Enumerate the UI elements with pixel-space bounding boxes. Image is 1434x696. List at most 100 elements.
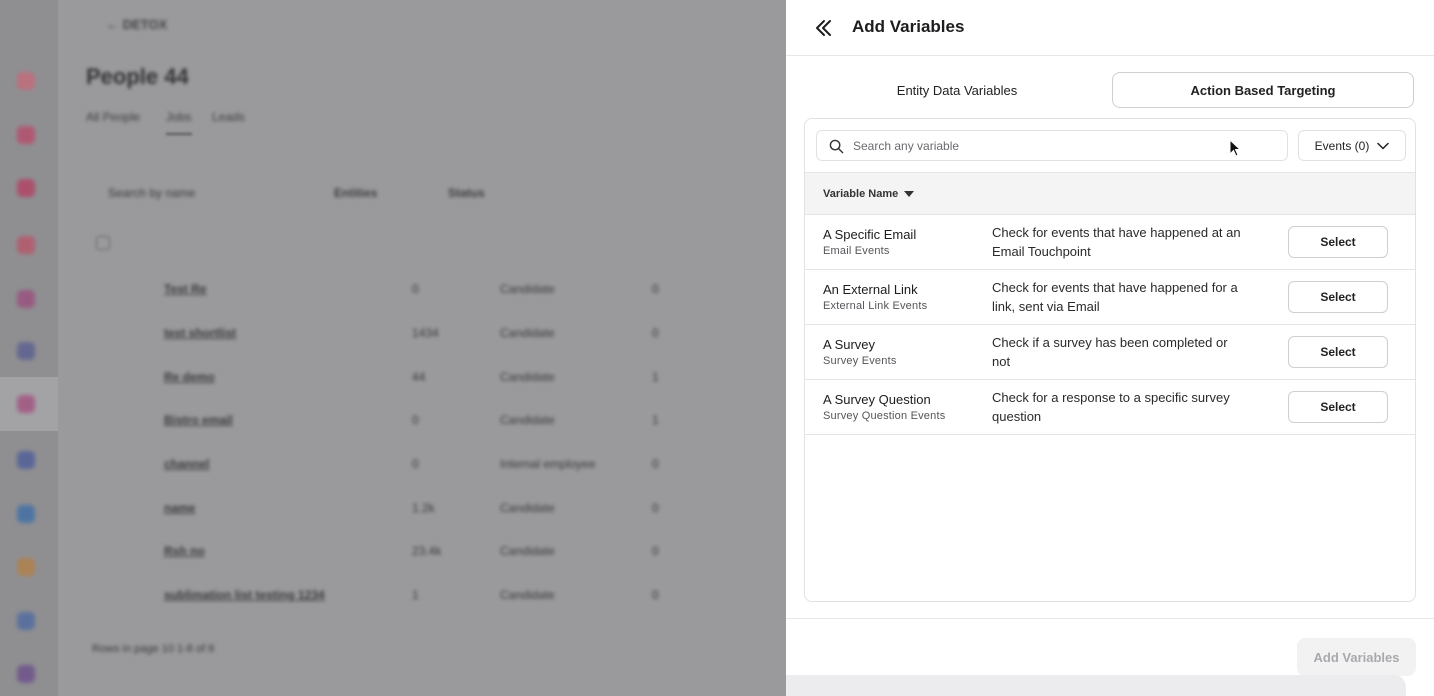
drawer-title: Add Variables <box>852 17 965 36</box>
background-app: ← DETOX People 44 All People Jobs Leads … <box>0 0 786 696</box>
row-status: Candidate <box>500 588 555 602</box>
chart-icon <box>17 126 35 144</box>
back-link: ← DETOX <box>106 17 168 32</box>
events-dropdown-label: Events (0) <box>1314 138 1370 153</box>
select-all-checkbox <box>96 236 110 250</box>
caret-down-icon <box>904 191 915 197</box>
settings-icon <box>17 505 35 523</box>
variable-description: Check if a survey has been completed or … <box>992 335 1228 369</box>
search-icon <box>829 139 844 154</box>
table-row: A Specific Email Email Events Check for … <box>805 215 1415 270</box>
add-variables-drawer: Add Variables Entity Data Variables Acti… <box>786 0 1434 696</box>
table-row: sublimation list testing 1234 1 Candidat… <box>86 588 786 632</box>
mouse-cursor-icon <box>1229 139 1241 157</box>
row-name: Rsh no <box>164 544 205 558</box>
variable-name: A Survey Question <box>823 392 931 407</box>
row-count: 1 <box>412 588 419 602</box>
variable-description: Check for events that have happened for … <box>992 280 1238 314</box>
variable-type: External Link Events <box>823 300 928 312</box>
variables-panel: Events (0) Variable Name A Specific Emai… <box>804 118 1416 602</box>
back-button[interactable] <box>812 16 836 40</box>
page-title: People 44 <box>86 64 189 89</box>
row-value: 0 <box>652 544 659 558</box>
column-header-variable-name[interactable]: Variable Name <box>823 188 915 200</box>
background-content: ← DETOX People 44 All People Jobs Leads … <box>58 0 786 696</box>
search-box <box>816 130 1288 161</box>
row-value: 0 <box>652 457 659 471</box>
bottom-scrollbar[interactable] <box>786 675 1406 696</box>
row-name: Test Re <box>164 282 207 296</box>
variable-name: An External Link <box>823 282 918 297</box>
row-count: 0 <box>412 457 419 471</box>
background-search: Search by name <box>88 176 288 206</box>
tab-entity-data-variables[interactable]: Entity Data Variables <box>804 72 1110 108</box>
row-name: test shortlist <box>164 326 237 340</box>
tab-underline <box>166 133 192 135</box>
search-input[interactable] <box>853 136 1273 156</box>
row-count: 1434 <box>412 326 439 340</box>
user-icon <box>17 612 35 630</box>
background-search-placeholder: Search by name <box>108 186 196 200</box>
mail-icon <box>17 558 35 576</box>
select-button[interactable]: Select <box>1288 391 1388 423</box>
variable-name: A Specific Email <box>823 227 917 242</box>
variable-type: Survey Events <box>823 355 897 367</box>
select-button[interactable]: Select <box>1288 226 1388 258</box>
row-value: 0 <box>652 588 659 602</box>
row-status: Candidate <box>500 413 555 427</box>
row-value: 0 <box>652 501 659 515</box>
row-value: 0 <box>652 282 659 296</box>
table-row: Bistro email 0 Candidate 1 <box>86 413 786 457</box>
row-name: Bistro email <box>164 413 233 427</box>
row-status: Candidate <box>500 282 555 296</box>
table-row: Test Re 0 Candidate 0 <box>86 282 786 326</box>
select-button[interactable]: Select <box>1288 281 1388 313</box>
megaphone-icon <box>17 236 35 254</box>
analytics-icon <box>17 451 35 469</box>
row-value: 1 <box>652 370 659 384</box>
filter-status: Status <box>448 186 485 200</box>
row-value: 1 <box>652 413 659 427</box>
table-row: Rsh no 23.4k Candidate 0 <box>86 544 786 588</box>
people-icon <box>17 395 35 413</box>
column-header-label: Variable Name <box>823 188 899 200</box>
select-button[interactable]: Select <box>1288 336 1388 368</box>
table-row: An External Link External Link Events Ch… <box>805 270 1415 325</box>
row-count: 1.2k <box>412 501 435 515</box>
row-count: 23.4k <box>412 544 442 558</box>
home-icon <box>17 72 35 90</box>
table-row: A Survey Survey Events Check if a survey… <box>805 325 1415 380</box>
row-count: 0 <box>412 282 419 296</box>
apps-icon <box>17 665 35 683</box>
sidebar <box>0 0 58 696</box>
events-dropdown[interactable]: Events (0) <box>1298 130 1406 161</box>
tab-action-based-targeting[interactable]: Action Based Targeting <box>1112 72 1414 108</box>
tab-leads: Leads <box>212 110 245 124</box>
row-name: sublimation list testing 1234 <box>164 588 325 602</box>
campaign-icon <box>17 290 35 308</box>
row-count: 44 <box>412 370 426 384</box>
table-row: A Survey Question Survey Question Events… <box>805 380 1415 435</box>
row-name: channel <box>164 457 210 471</box>
row-count: 0 <box>412 413 419 427</box>
add-variables-button[interactable]: Add Variables <box>1297 638 1416 676</box>
table-header: Variable Name <box>805 172 1415 215</box>
calendar-icon <box>17 179 35 197</box>
double-chevron-left-icon <box>816 20 831 36</box>
table-row: test shortlist 1434 Candidate 0 <box>86 326 786 370</box>
row-status: Candidate <box>500 326 555 340</box>
variable-tabs: Entity Data Variables Action Based Targe… <box>804 72 1416 108</box>
drawer-header: Add Variables <box>786 0 1434 56</box>
tab-jobs: Jobs <box>166 110 192 124</box>
row-status: Candidate <box>500 370 555 384</box>
variable-name: A Survey <box>823 337 876 352</box>
row-value: 0 <box>652 326 659 340</box>
filter-entities: Entities <box>334 186 378 200</box>
pagination: Rows in page 10 1-8 of 8 <box>92 643 215 655</box>
variable-description: Check for a response to a specific surve… <box>992 390 1230 424</box>
variable-type: Email Events <box>823 245 890 257</box>
row-name: Re demo <box>164 370 215 384</box>
row-name: name <box>164 501 196 515</box>
table-row: Re demo 44 Candidate 1 <box>86 370 786 414</box>
row-status: Candidate <box>500 501 555 515</box>
